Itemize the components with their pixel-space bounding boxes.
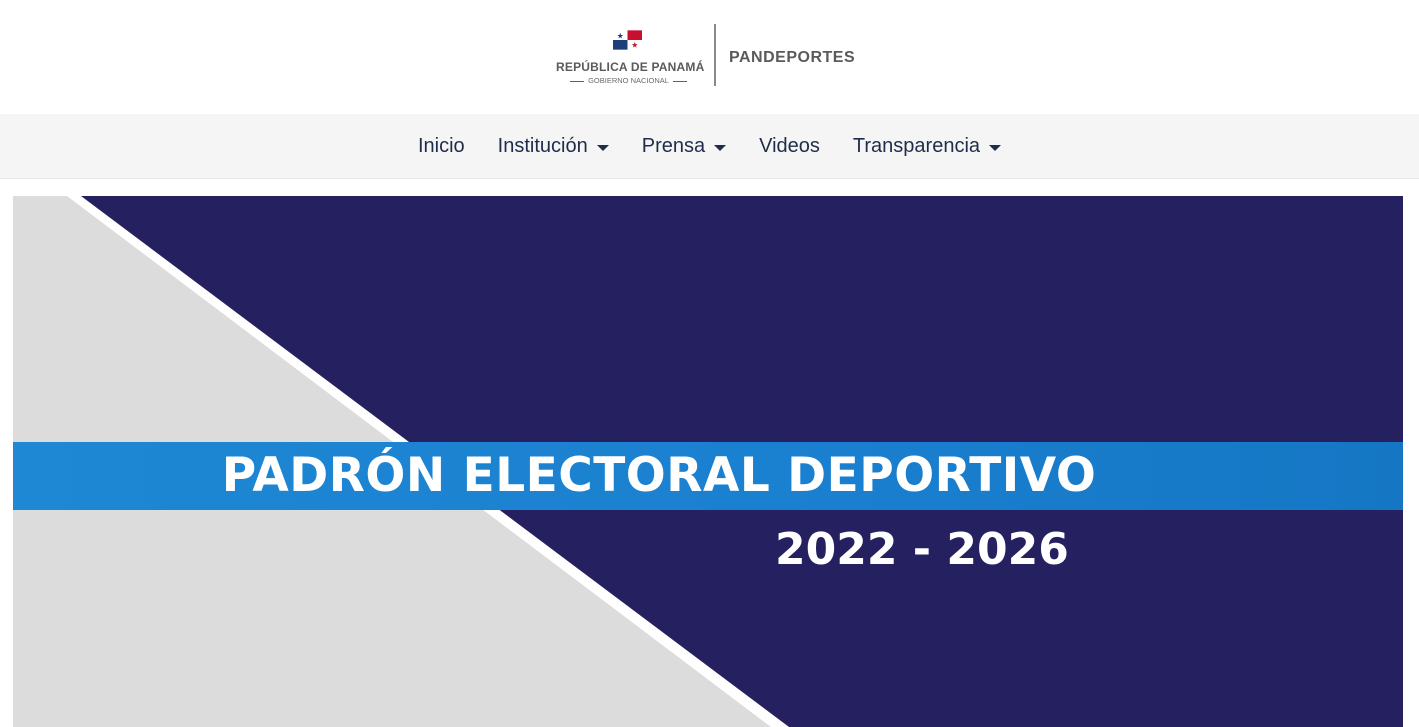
panama-flag-icon [613,30,642,50]
nav-item-label: Prensa [641,135,706,157]
government-title: REPÚBLICA DE PANAMÁ [556,60,705,74]
nav-item-videos[interactable]: Videos [743,114,837,179]
caret-down-icon [989,145,1002,151]
site-header: REPÚBLICA DE PANAMÁ GOBIERNO NACIONAL PA… [0,0,1419,114]
main-navigation: Inicio Institución Prensa Videos Transpa… [0,114,1419,179]
caret-down-icon [714,145,727,151]
nav-item-label: Inicio [417,135,465,157]
nav-list: Inicio Institución Prensa Videos Transpa… [0,114,1419,179]
government-logo: REPÚBLICA DE PANAMÁ GOBIERNO NACIONAL [556,30,705,85]
nav-item-transparencia[interactable]: Transparencia [836,114,1017,179]
red-dash-left [570,80,585,82]
banner-years: 2022 - 2026 [775,524,1069,575]
nav-item-label: Videos [759,135,820,157]
government-subtitle-row: GOBIERNO NACIONAL [556,76,701,85]
nav-item-label: Transparencia [852,135,981,157]
hero-banner[interactable]: PADRÓN ELECTORAL DEPORTIVO 2022 - 2026 [13,196,1403,727]
banner-title: PADRÓN ELECTORAL DEPORTIVO [221,448,1097,503]
brand-divider [714,24,716,86]
nav-item-label: Institución [497,135,588,157]
government-subtitle: GOBIERNO NACIONAL [588,76,669,85]
nav-item-prensa[interactable]: Prensa [625,114,742,179]
agency-name: PANDEPORTES [729,49,856,66]
nav-item-inicio[interactable]: Inicio [401,114,481,179]
red-dash-right [672,80,687,82]
brand-logo[interactable]: REPÚBLICA DE PANAMÁ GOBIERNO NACIONAL PA… [556,24,866,86]
nav-item-institucion[interactable]: Institución [481,114,625,179]
caret-down-icon [596,145,609,151]
